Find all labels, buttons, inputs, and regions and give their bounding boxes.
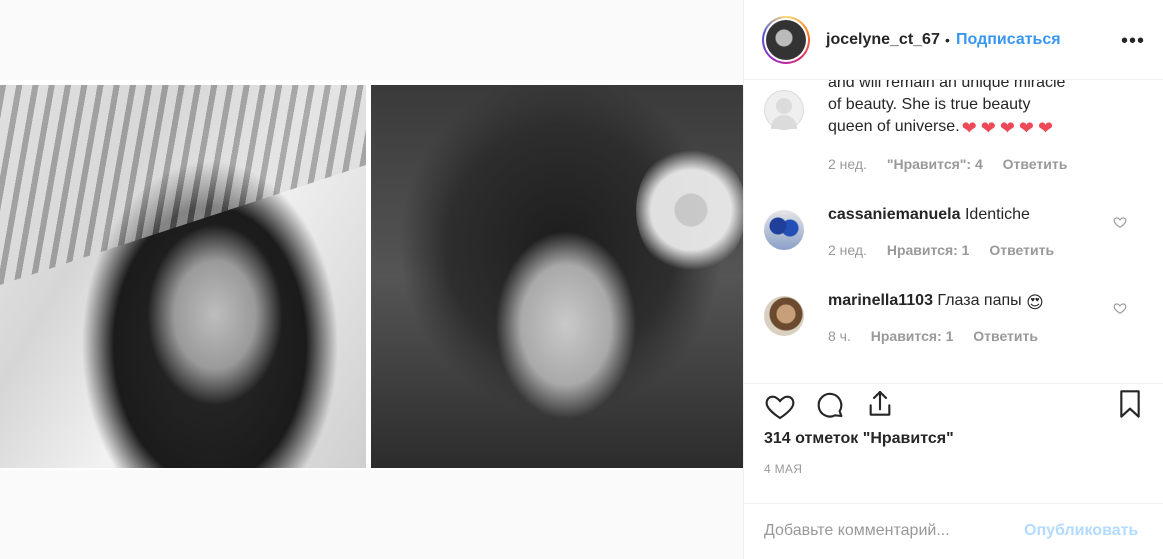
comment-3-reply[interactable]: Ответить [973, 328, 1038, 344]
comment-3-meta: 8 ч. Нравится: 1 Ответить [828, 328, 1054, 344]
comment-1-avatar[interactable] [764, 90, 804, 130]
share-icon[interactable] [864, 388, 896, 420]
photo-right-flower [636, 145, 743, 275]
comments-list[interactable]: and will remain an unique miracle of bea… [744, 80, 1163, 383]
hearts-emoji: ❤❤❤❤❤ [961, 118, 1058, 138]
comment-1-text-line2: queen of universe. ❤❤❤❤❤ [828, 118, 1058, 138]
comment-3-body: Глаза папы [937, 292, 1022, 309]
post-media [0, 0, 743, 559]
publish-button[interactable]: Опубликовать [1024, 522, 1138, 540]
comment-2-like-heart-icon[interactable] [1113, 215, 1127, 229]
heart-eyes-emoji: 😍 [1026, 293, 1044, 312]
comment-3-likes[interactable]: Нравится: 1 [871, 328, 954, 344]
post-header: jocelyne_ct_67 • Подписаться ••• [744, 0, 1163, 80]
post-date[interactable]: 4 МАЯ [764, 462, 802, 476]
comment-1-reply[interactable]: Ответить [1003, 156, 1068, 172]
more-icon[interactable]: ••• [1121, 30, 1145, 53]
author-username[interactable]: jocelyne_ct_67 [826, 31, 940, 49]
comment-3-avatar[interactable] [764, 296, 804, 336]
comment-3-like-heart-icon[interactable] [1113, 301, 1127, 315]
author-avatar[interactable] [762, 16, 810, 64]
photo-right[interactable] [371, 85, 743, 468]
comment-1-cut-line: and will remain an unique miracle [828, 80, 1066, 91]
comment-3-text: marinella1103 Глаза папы 😍 [828, 290, 1044, 314]
comment-icon[interactable] [814, 390, 846, 422]
comment-1-text-line1: of beauty. She is true beauty [828, 96, 1031, 113]
comment-2-username[interactable]: cassaniemanuela [828, 206, 961, 223]
comment-2-time[interactable]: 2 нед. [828, 242, 867, 258]
comment-2-likes[interactable]: Нравится: 1 [887, 242, 970, 258]
comment-3-time[interactable]: 8 ч. [828, 328, 851, 344]
comment-1-meta: 2 нед. "Нравится": 4 Ответить [828, 156, 1083, 172]
post-actions: 314 отметок "Нравится" 4 МАЯ [744, 383, 1163, 503]
photo-left-background [0, 85, 366, 285]
comment-3-username[interactable]: marinella1103 [828, 292, 933, 309]
comment-1-time[interactable]: 2 нед. [828, 156, 867, 172]
add-comment-bar: Опубликовать [744, 503, 1163, 559]
comment-2-body: Identiche [964, 206, 1030, 223]
post-side-panel: jocelyne_ct_67 • Подписаться ••• and wil… [743, 0, 1163, 559]
comment-1-likes[interactable]: "Нравится": 4 [887, 156, 983, 172]
comment-2-avatar[interactable] [764, 210, 804, 250]
likes-count[interactable]: 314 отметок "Нравится" [764, 430, 954, 448]
comment-input[interactable] [764, 516, 1014, 546]
bookmark-icon[interactable] [1114, 388, 1146, 420]
photo-left[interactable] [0, 85, 366, 468]
comment-2-reply[interactable]: Ответить [989, 242, 1054, 258]
comment-2-text: cassaniemanuela Identiche [828, 204, 1030, 226]
heart-icon[interactable] [764, 390, 796, 422]
follow-button[interactable]: Подписаться [956, 31, 1061, 49]
comment-2-meta: 2 нед. Нравится: 1 Ответить [828, 242, 1070, 258]
header-separator: • [945, 32, 950, 48]
